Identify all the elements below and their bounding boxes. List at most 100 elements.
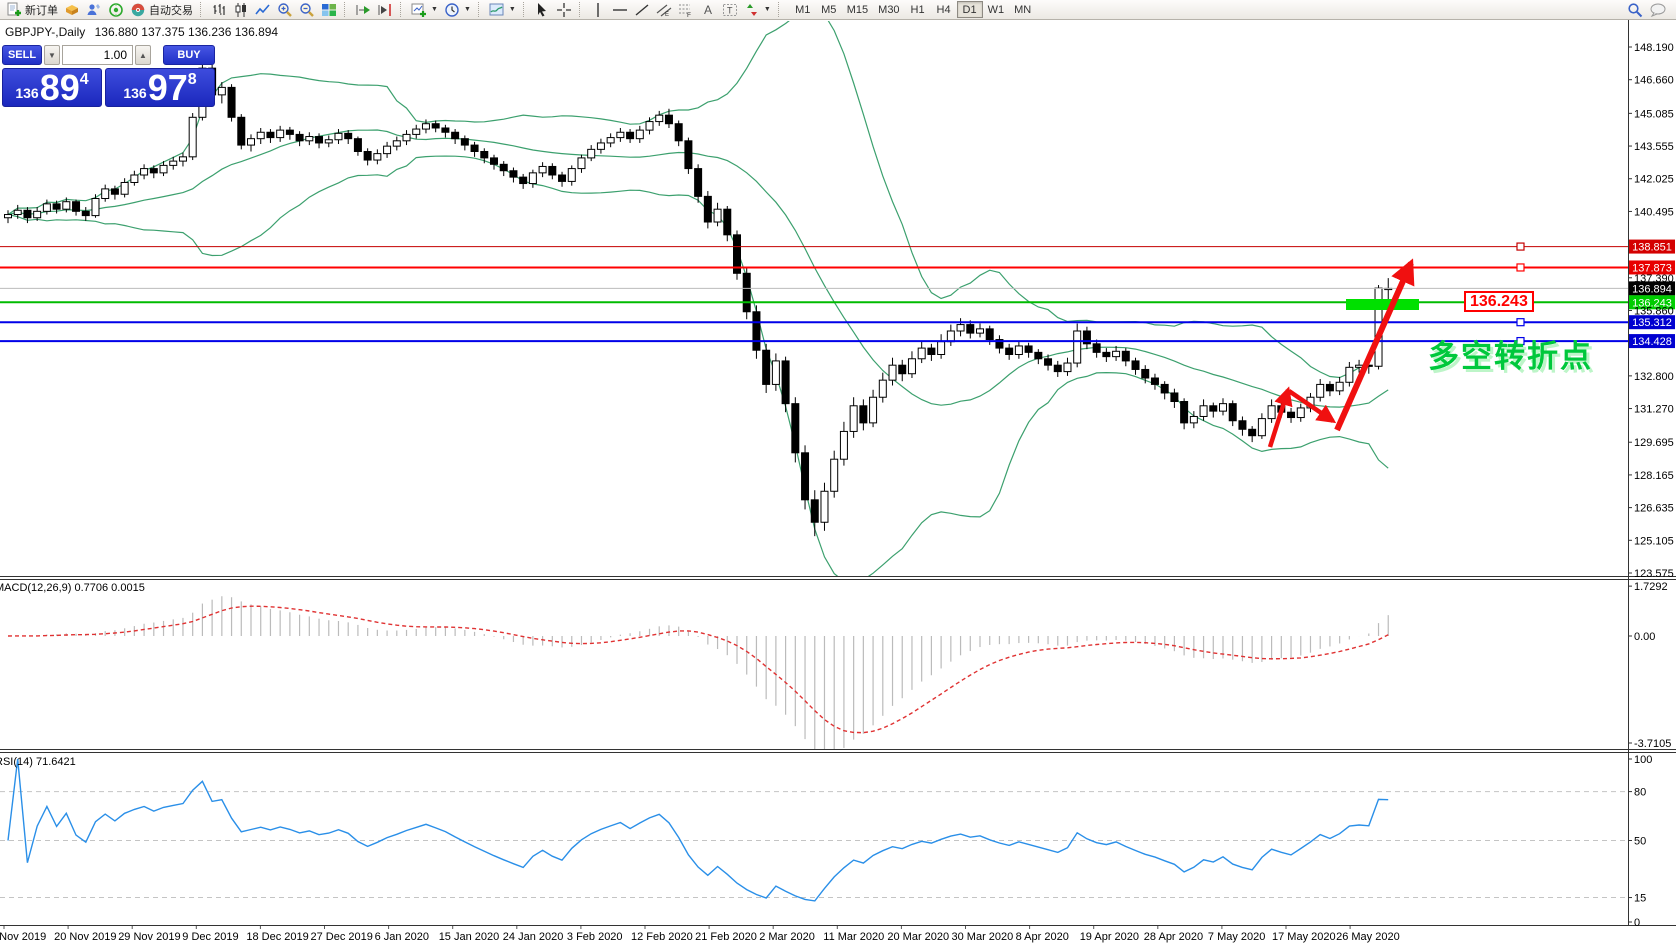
svg-text:135.860: 135.860 [1634, 305, 1674, 317]
trendline-tool-button[interactable] [631, 1, 653, 19]
sell-price-sup: 4 [79, 71, 89, 88]
svg-text:136.894: 136.894 [1632, 283, 1672, 295]
chart-title: GBPJPY-,Daily 136.880 137.375 136.236 13… [5, 25, 284, 39]
market-watch-icon [87, 3, 100, 15]
zoom-out-button[interactable] [296, 1, 318, 19]
chart-template-button[interactable]: ▼ [486, 1, 519, 19]
svg-text:7 Nov 2019: 7 Nov 2019 [0, 931, 46, 943]
time-scale[interactable]: 7 Nov 2019 20 Nov 201929 Nov 20199 Dec 20… [0, 926, 1400, 943]
rsi-pane [0, 758, 1628, 902]
signals-button[interactable] [105, 1, 127, 19]
svg-text:7 May 2020: 7 May 2020 [1208, 931, 1265, 943]
horizontal-line-137.873[interactable]: 137.873 [0, 260, 1675, 275]
navigator-button[interactable] [61, 1, 83, 19]
text-label-icon: T [722, 3, 737, 16]
price-scale[interactable]: 148.190 146.660 145.085 143.555 142.025 140.4… [1628, 42, 1674, 580]
horizontal-line-136.894[interactable]: 136.894 [0, 281, 1675, 296]
svg-text:125.105: 125.105 [1634, 535, 1674, 547]
fibonacci-tool-button[interactable]: F [675, 1, 697, 19]
tf-button-M5[interactable]: M5 [816, 1, 842, 18]
auto-trading-button[interactable]: 自动交易 [127, 1, 196, 19]
sell-button[interactable]: SELL [2, 45, 42, 65]
dropdown-caret: ▼ [431, 6, 438, 13]
svg-text:17 May 2020: 17 May 2020 [1272, 931, 1336, 943]
market-watch-button[interactable] [83, 1, 105, 19]
volume-input[interactable] [62, 45, 133, 65]
horizontal-line-134.428[interactable]: 134.428 [0, 334, 1675, 349]
buy-price-big: 97 [147, 67, 188, 109]
svg-text:135.312: 135.312 [1632, 317, 1672, 329]
crosshair-tool-button[interactable] [553, 1, 575, 19]
symbol-period-label: GBPJPY-,Daily [5, 25, 86, 39]
chat-icon [1650, 3, 1666, 17]
macd-axis-tick: 0.00 [1634, 631, 1655, 643]
line-handle [1516, 263, 1525, 272]
svg-text:21 Feb 2020: 21 Feb 2020 [695, 931, 757, 943]
price-tag-136243[interactable]: 136.243 [1464, 291, 1534, 312]
volume-decrease-button[interactable]: ▼ [44, 45, 60, 65]
buy-button[interactable]: BUY [163, 45, 215, 65]
svg-text:145.085: 145.085 [1634, 108, 1674, 120]
toolbar-separator [578, 2, 583, 17]
tf-button-H1[interactable]: H1 [905, 1, 931, 18]
new-order-label: 新订单 [25, 4, 58, 17]
green-highlight-box[interactable] [1346, 299, 1419, 310]
zoom-in-icon [278, 2, 292, 17]
new-chart-icon [411, 3, 426, 17]
svg-text:146.660: 146.660 [1634, 75, 1674, 87]
chart-shift-icon [378, 3, 391, 16]
buy-price-display[interactable]: 136 97 8 [105, 68, 215, 107]
buy-price-prefix: 136 [123, 85, 147, 101]
svg-text:A: A [704, 3, 712, 17]
arrows-icon [746, 3, 757, 16]
candles-chart-button[interactable] [230, 1, 252, 19]
search-button[interactable] [1624, 1, 1646, 19]
sell-price-display[interactable]: 136 89 4 [2, 68, 102, 107]
tf-button-D1[interactable]: D1 [956, 1, 983, 18]
candles [4, 52, 1393, 537]
vertical-line-tool-button[interactable] [587, 1, 609, 19]
rsi-axis-tick: 0 [1634, 917, 1640, 929]
cursor-tool-button[interactable] [531, 1, 553, 19]
svg-text:15 Jan 2020: 15 Jan 2020 [439, 931, 500, 943]
horizontal-line-tool-button[interactable] [609, 1, 631, 19]
line-chart-button[interactable] [252, 1, 274, 19]
svg-text:148.190: 148.190 [1634, 42, 1674, 54]
tf-button-H4[interactable]: H4 [931, 1, 957, 18]
macd-axis-tick: 1.7292 [1634, 581, 1668, 593]
bars-chart-button[interactable] [208, 1, 230, 19]
svg-text:12 Feb 2020: 12 Feb 2020 [631, 931, 693, 943]
zoom-in-button[interactable] [274, 1, 296, 19]
horizontal-line-138.851[interactable]: 138.851 [0, 239, 1675, 254]
tf-button-M30[interactable]: M30 [873, 1, 904, 18]
tf-button-M1[interactable]: M1 [790, 1, 816, 18]
svg-text:123.575: 123.575 [1634, 568, 1674, 580]
toolbar-separator [522, 2, 527, 17]
svg-text:T: T [727, 5, 733, 15]
text-label-tool-button[interactable]: T [719, 1, 741, 19]
tf-button-M15[interactable]: M15 [842, 1, 873, 18]
svg-text:6 Jan 2020: 6 Jan 2020 [375, 931, 429, 943]
auto-scroll-button[interactable] [352, 1, 374, 19]
turning-point-annotation[interactable]: 多空转折点 [1428, 331, 1593, 376]
tf-button-MN[interactable]: MN [1009, 1, 1036, 18]
arrows-tool-button[interactable]: ▼ [741, 1, 774, 19]
channel-tool-button[interactable]: E [653, 1, 675, 19]
periodicity-button[interactable]: ▼ [441, 1, 474, 19]
horizontal-line-135.312[interactable]: 135.312 [0, 315, 1675, 330]
chat-button[interactable] [1646, 1, 1670, 19]
text-tool-button[interactable]: A [697, 1, 719, 19]
trendline-icon [635, 3, 649, 16]
main-toolbar: 新订单 自动交易 ▼ ▼ ▼ E F A T ▼ M1 M5 M15 M30 H… [0, 0, 1676, 20]
svg-text:26 May 2020: 26 May 2020 [1336, 931, 1400, 943]
tf-button-W1[interactable]: W1 [983, 1, 1010, 18]
new-chart-button[interactable]: ▼ [408, 1, 441, 19]
volume-increase-button[interactable]: ▲ [135, 45, 151, 65]
ohlc-values: 136.880 137.375 136.236 136.894 [94, 25, 279, 39]
macd-indicator-label: MACD(12,26,9) 0.7706 0.0015 [0, 582, 145, 594]
tile-windows-button[interactable] [318, 1, 340, 19]
chart-canvas[interactable]: 138.851 137.873 136.894 136.243 135.312 134.4… [0, 0, 1676, 946]
new-order-button[interactable]: 新订单 [3, 1, 61, 19]
toolbar-separator [477, 2, 482, 17]
chart-shift-button[interactable] [374, 1, 396, 19]
